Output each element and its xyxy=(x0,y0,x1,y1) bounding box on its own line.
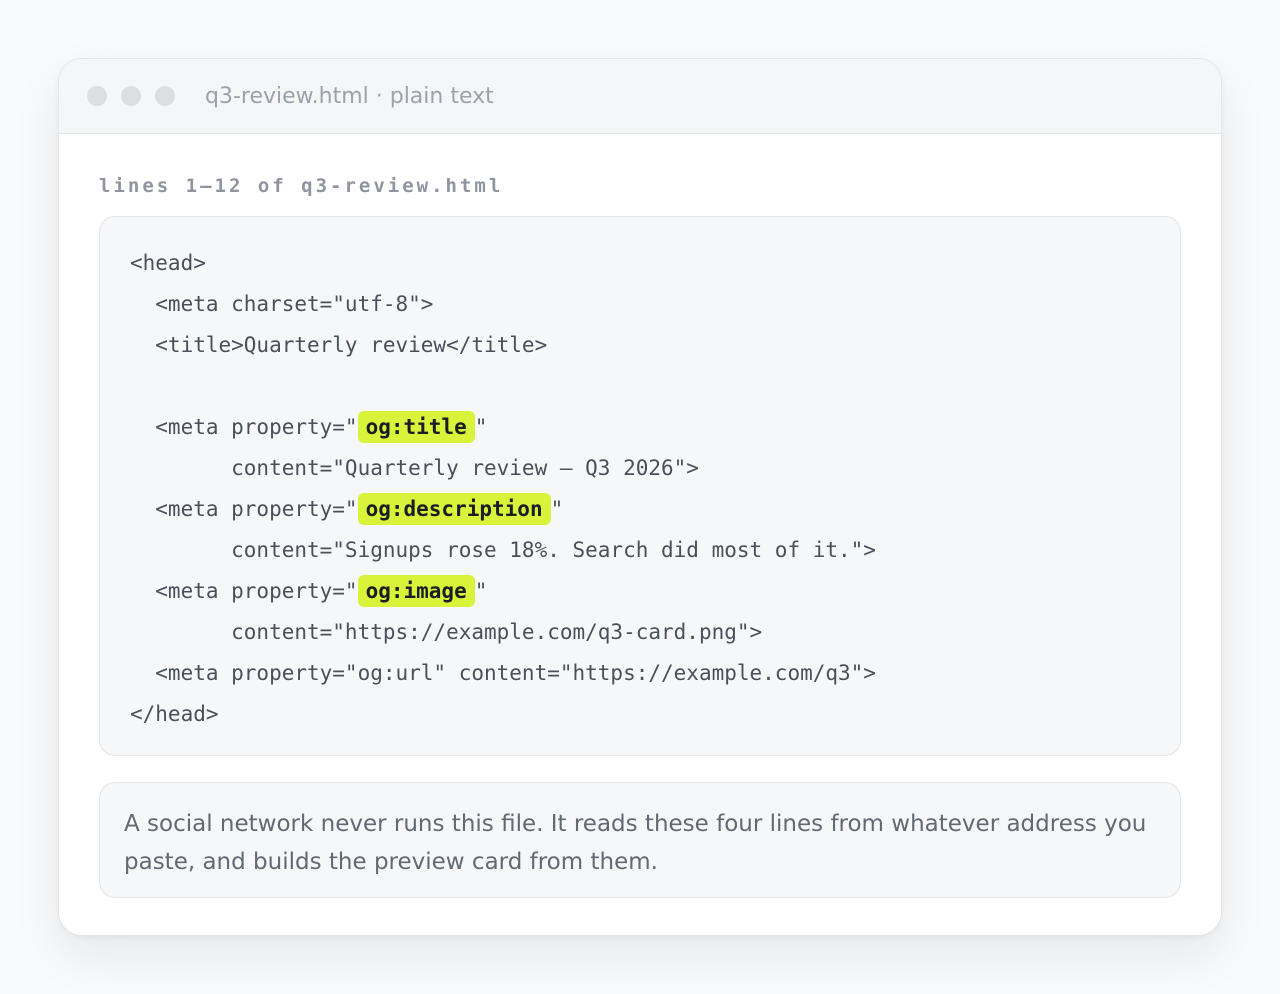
code-line: <meta property=" og:title " xyxy=(130,407,1150,448)
title-bar: q3-review.html · plain text xyxy=(59,59,1221,134)
code-line: content="Quarterly review — Q3 2026"> xyxy=(130,456,699,480)
code-fragment: <meta property=" xyxy=(130,579,358,603)
content-area: lines 1–12 of q3-review.html <head> <met… xyxy=(59,134,1221,898)
code-fragment: " xyxy=(474,579,488,603)
code-fragment: " xyxy=(474,415,488,439)
maximize-dot-icon[interactable] xyxy=(155,86,175,106)
file-range-label: lines 1–12 of q3-review.html xyxy=(99,175,504,197)
editor-window: q3-review.html · plain text lines 1–12 o… xyxy=(58,58,1222,936)
code-fragment: <meta property=" xyxy=(130,497,358,521)
code-line: <head> xyxy=(130,251,206,275)
code-line: content="https://example.com/q3-card.png… xyxy=(130,620,763,644)
close-dot-icon[interactable] xyxy=(87,86,107,106)
minimize-dot-icon[interactable] xyxy=(121,86,141,106)
explanation-note: A social network never runs this file. I… xyxy=(99,782,1181,898)
code-fragment: " xyxy=(550,497,564,521)
highlighted-property: og:title xyxy=(357,411,475,443)
code-line: </head> xyxy=(130,702,219,726)
highlighted-property: og:image xyxy=(357,575,475,607)
highlighted-property: og:description xyxy=(357,493,551,525)
code-fragment: <meta property=" xyxy=(130,415,358,439)
code-line: <meta property=" og:description " xyxy=(130,489,1150,530)
code-block: <head> <meta charset="utf-8"> <title>Qua… xyxy=(99,216,1181,756)
code-line: <meta property=" og:image " xyxy=(130,571,1150,612)
code-line: content="Signups rose 18%. Search did mo… xyxy=(130,538,876,562)
note-text: A social network never runs this file. I… xyxy=(124,811,1147,875)
code-line: <meta charset="utf-8"> xyxy=(130,292,434,316)
code-line: <title>Quarterly review</title> xyxy=(130,333,548,357)
window-title: q3-review.html · plain text xyxy=(205,83,494,109)
code-line: <meta property="og:url" content="https:/… xyxy=(130,661,876,685)
